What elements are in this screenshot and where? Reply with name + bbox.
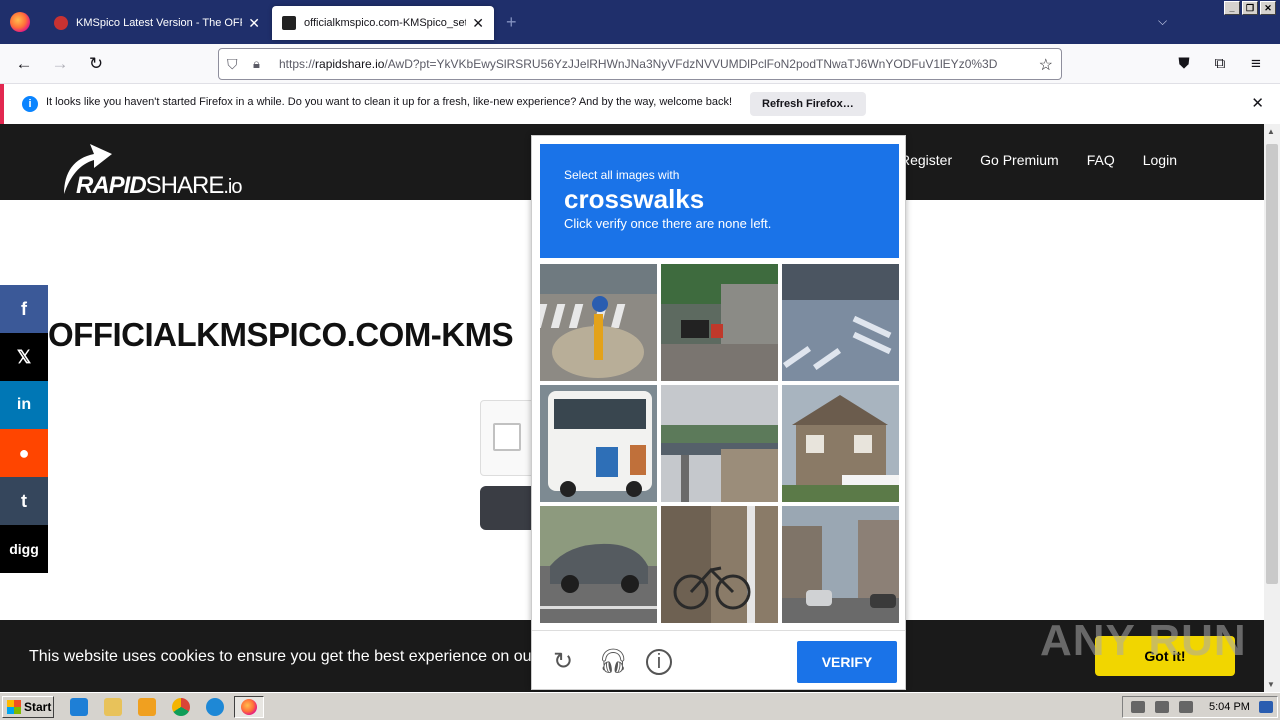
url-bar[interactable]: ⛉ 🔒︎ https://rapidshare.io/AwD?pt=YkVKbE… (218, 48, 1062, 80)
tab-bar: KMSpico Latest Version - The OFFICIA ✕ o… (0, 0, 1280, 44)
edge-icon[interactable] (206, 698, 224, 716)
site-nav: Register Go Premium FAQ Login (900, 152, 1177, 168)
media-player-icon[interactable] (138, 698, 156, 716)
reddit-icon[interactable]: ● (0, 429, 48, 477)
minimize-icon[interactable]: _ (1224, 1, 1240, 15)
firefox-taskbar-button[interactable] (234, 696, 264, 718)
tumblr-icon[interactable]: t (0, 477, 48, 525)
logo-light: SHARE (145, 172, 225, 199)
captcha-tile[interactable] (661, 506, 778, 623)
nav-go-premium[interactable]: Go Premium (980, 152, 1059, 168)
page-scrollbar[interactable]: ▲ ▼ (1264, 124, 1280, 692)
firefox-icon (241, 699, 257, 715)
lock-icon[interactable]: 🔒︎ (253, 56, 260, 72)
scroll-thumb[interactable] (1266, 144, 1278, 584)
captcha-tile[interactable] (782, 264, 899, 381)
captcha-tile[interactable] (540, 506, 657, 623)
cookie-text: This website uses cookies to ensure you … (29, 648, 531, 665)
back-icon[interactable]: ← (14, 54, 34, 74)
anyrun-watermark: ANY RUN (1040, 616, 1247, 665)
reload-icon[interactable]: ↻ (86, 54, 106, 74)
share-bar: f 𝕏 in ● t digg (0, 285, 48, 573)
captcha-grid (540, 264, 899, 623)
close-icon[interactable]: ✕ (1251, 94, 1264, 112)
page-title: OFFICIALKMSPICO.COM-KMS (48, 316, 514, 353)
start-label: Start (24, 700, 52, 714)
reload-icon[interactable]: ↻ (550, 649, 576, 675)
captcha-tile[interactable] (661, 385, 778, 502)
bookmark-star-icon[interactable]: ☆ (1039, 55, 1053, 75)
menu-icon[interactable]: ≡ (1246, 54, 1266, 74)
logo-text: RAPIDSHARE.io (76, 172, 242, 200)
captcha-instruction-small: Select all images with (564, 168, 680, 182)
captcha-tile[interactable] (661, 264, 778, 381)
clock: 5:04 PM (1209, 701, 1250, 713)
nav-login[interactable]: Login (1143, 152, 1177, 168)
linkedin-icon[interactable]: in (0, 381, 48, 429)
tab-kmspico[interactable]: KMSpico Latest Version - The OFFICIA ✕ (44, 6, 270, 40)
window-close-icon[interactable]: ✕ (1260, 1, 1276, 15)
scroll-down-icon[interactable]: ▼ (1267, 680, 1275, 689)
new-tab-icon[interactable]: + (506, 12, 517, 33)
tab-title: KMSpico Latest Version - The OFFICIA (76, 17, 242, 29)
ie-icon[interactable] (70, 698, 88, 716)
nav-register[interactable]: Register (900, 152, 952, 168)
forward-icon[interactable]: → (50, 54, 70, 74)
nav-faq[interactable]: FAQ (1087, 152, 1115, 168)
extensions-icon[interactable]: ⧉ (1210, 54, 1230, 74)
pocket-icon[interactable]: ⛊ (1174, 54, 1194, 74)
system-tray: 5:04 PM (1122, 696, 1278, 718)
captcha-tile[interactable] (782, 385, 899, 502)
chrome-icon[interactable] (172, 698, 190, 716)
captcha-challenge: Select all images with crosswalks Click … (531, 135, 906, 690)
captcha-tile[interactable] (782, 506, 899, 623)
digg-icon[interactable]: digg (0, 525, 48, 573)
start-button[interactable]: Start (2, 696, 54, 718)
facebook-icon[interactable]: f (0, 285, 48, 333)
windows-logo-icon (7, 700, 21, 714)
captcha-header: Select all images with crosswalks Click … (540, 144, 899, 258)
refresh-firefox-button[interactable]: Refresh Firefox… (750, 92, 866, 116)
restore-icon[interactable]: ❐ (1242, 1, 1258, 15)
url-domain: rapidshare.io (315, 57, 385, 71)
verify-button[interactable]: VERIFY (797, 641, 897, 683)
captcha-checkbox[interactable] (493, 423, 521, 451)
chevron-down-icon[interactable]: ⌵ (1158, 14, 1167, 29)
navigation-toolbar: ← → ↻ ⛉ 🔒︎ https://rapidshare.io/AwD?pt=… (0, 44, 1280, 84)
flag-icon[interactable] (1179, 701, 1193, 713)
scroll-up-icon[interactable]: ▲ (1267, 127, 1275, 136)
tab-title: officialkmspico.com-KMSpico_setup (304, 17, 467, 29)
url-prefix: https:// (279, 57, 316, 71)
url-path: /AwD?pt=YkVKbEwySlRSRU56YzJJelRHWnJNa3Ny… (384, 57, 998, 71)
taskbar: Start 5:04 PM (0, 692, 1280, 720)
captcha-tile[interactable] (540, 385, 657, 502)
firefox-icon[interactable] (10, 12, 30, 32)
captcha-instruction-sub: Click verify once there are none left. (564, 216, 772, 231)
audio-icon[interactable]: 🎧︎ (598, 649, 628, 675)
close-icon[interactable]: ✕ (472, 15, 484, 32)
network-icon[interactable] (1155, 701, 1169, 713)
show-desktop-icon[interactable] (1259, 701, 1273, 713)
shield-icon[interactable]: ⛉ (227, 56, 238, 73)
tab-favicon-icon (54, 16, 68, 30)
volume-icon[interactable] (1131, 701, 1145, 713)
captcha-target: crosswalks (564, 184, 705, 214)
info-icon: i (22, 96, 38, 112)
notification-bar: i It looks like you haven't started Fire… (0, 84, 1280, 124)
captcha-footer: ↻ 🎧︎ i VERIFY (532, 630, 905, 690)
logo-bold: RAPID (76, 172, 147, 199)
info-icon[interactable]: i (646, 649, 672, 675)
x-icon[interactable]: 𝕏 (0, 333, 48, 381)
url-text[interactable]: https://rapidshare.io/AwD?pt=YkVKbEwySlR… (279, 57, 1019, 71)
window-controls: _ ❐ ✕ (1224, 1, 1276, 15)
folder-icon[interactable] (104, 698, 122, 716)
close-icon[interactable]: ✕ (248, 15, 260, 32)
tab-favicon-icon (282, 16, 296, 30)
rapidshare-logo[interactable]: RAPIDSHARE.io (60, 138, 260, 200)
logo-suffix: .io (223, 176, 242, 198)
tab-official-setup[interactable]: officialkmspico.com-KMSpico_setup ✕ (272, 6, 494, 40)
notification-text: It looks like you haven't started Firefo… (46, 96, 733, 108)
captcha-tile[interactable] (540, 264, 657, 381)
